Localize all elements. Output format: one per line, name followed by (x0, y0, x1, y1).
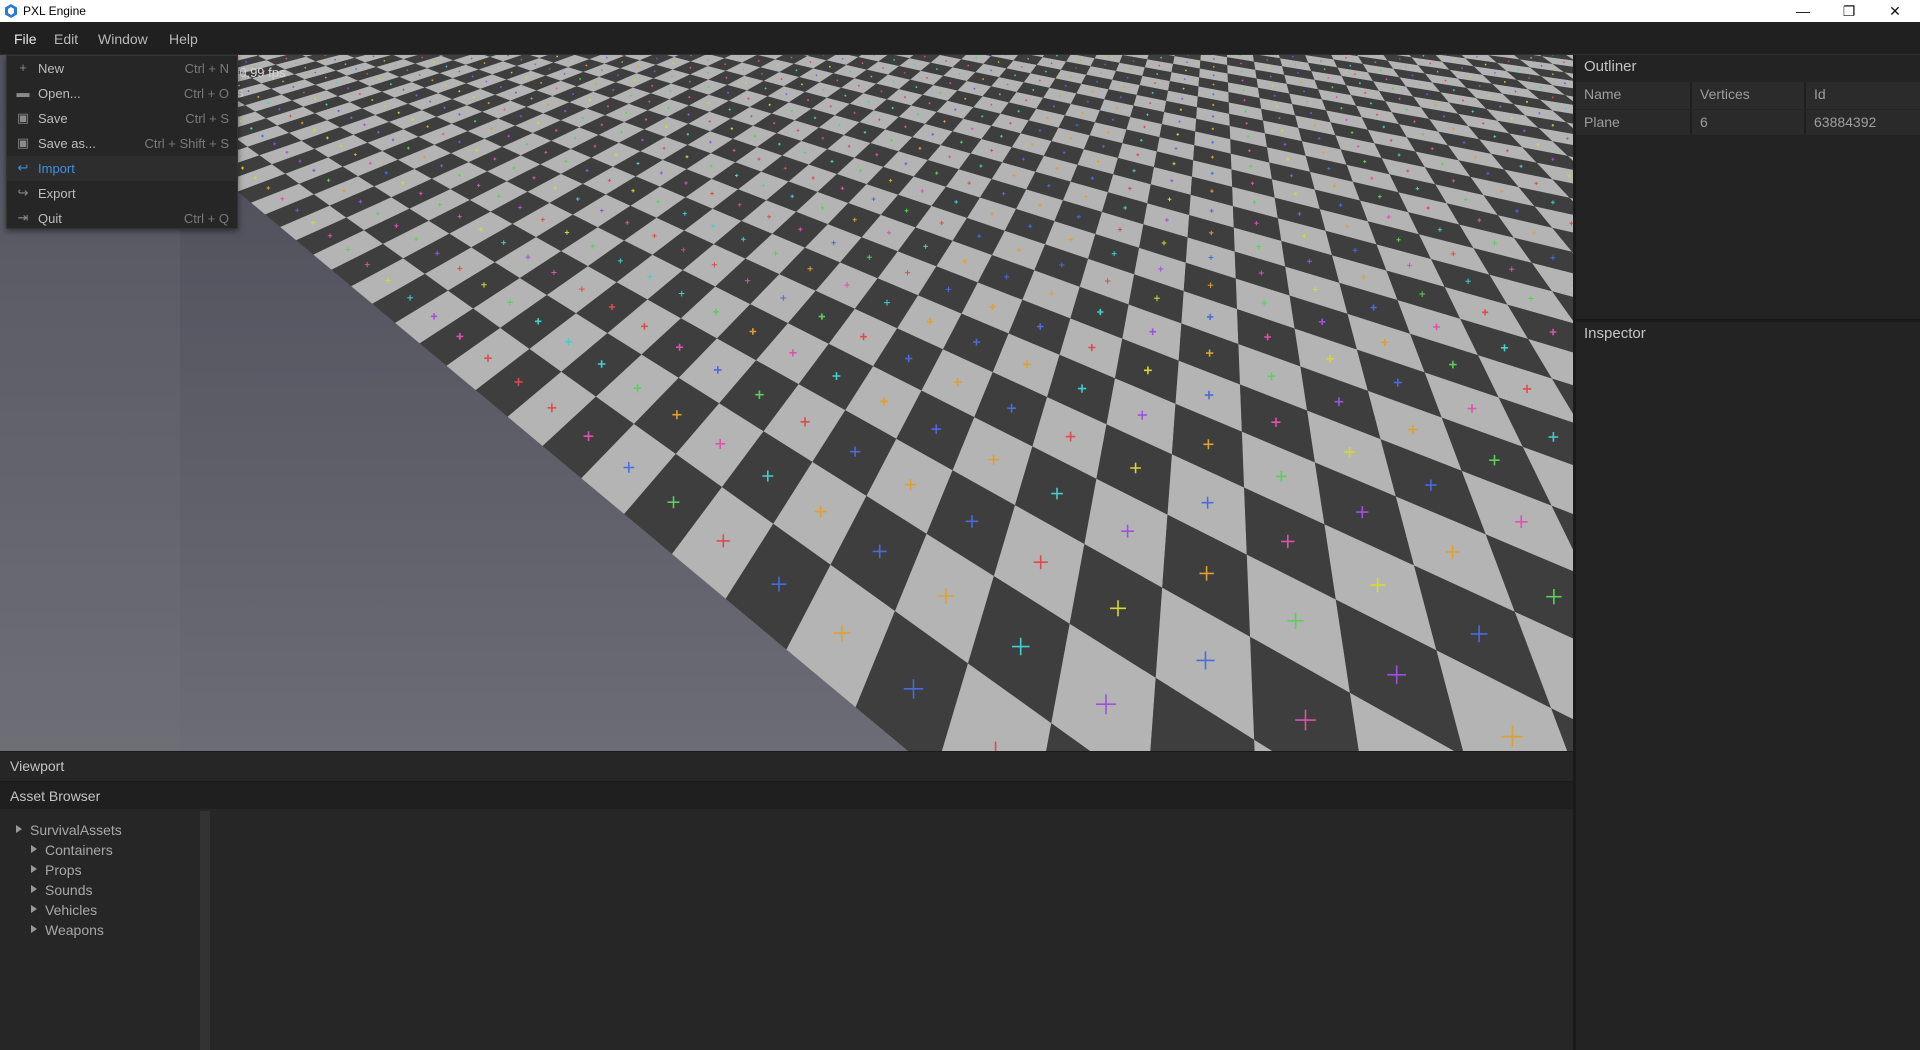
quit-icon: ⇥ (17, 210, 29, 225)
menu-item-label: Export (38, 186, 76, 201)
save-as-icon: ▣ (16, 135, 30, 150)
menu-item-label: Open... (38, 86, 81, 101)
column-separator (1804, 110, 1806, 135)
menu-item-import[interactable]: ↩ Import (7, 156, 237, 181)
menu-item-shortcut: Ctrl + N (184, 61, 229, 76)
maximize-button[interactable]: ❐ (1826, 0, 1872, 22)
menu-item-shortcut: Ctrl + O (183, 86, 229, 101)
column-header-id[interactable]: Id (1814, 86, 1826, 102)
fps-counter: 00.99 fps (232, 65, 286, 80)
menu-item-label: New (38, 61, 65, 76)
expand-arrow-icon[interactable] (31, 845, 37, 853)
minimize-button[interactable]: — (1780, 0, 1826, 22)
file-menu-dropdown: + New Ctrl + N ▬ Open... Ctrl + O ▣ Save… (6, 55, 238, 229)
export-icon: ↪ (17, 185, 29, 200)
app-logo-icon (5, 4, 17, 18)
outliner-header-row: Name Vertices Id (1576, 82, 1920, 109)
menu-item-label: Quit (38, 211, 62, 226)
column-header-vertices[interactable]: Vertices (1700, 86, 1750, 102)
menu-item-shortcut: Ctrl + Shift + S (144, 136, 229, 151)
expand-arrow-icon[interactable] (31, 885, 37, 893)
expand-arrow-icon[interactable] (31, 925, 37, 933)
asset-content-area[interactable] (210, 811, 1573, 1050)
asset-browser-tab[interactable]: Asset Browser (0, 781, 1573, 809)
column-header-name[interactable]: Name (1584, 86, 1621, 102)
expand-arrow-icon[interactable] (16, 825, 22, 833)
folder-icon: ▬ (16, 85, 30, 100)
close-button[interactable]: ✕ (1872, 0, 1918, 22)
column-separator[interactable] (1690, 82, 1692, 109)
table-row[interactable]: Plane 6 63884392 (1576, 110, 1920, 135)
menu-item-label: Save (38, 111, 68, 126)
column-separator[interactable] (1804, 82, 1806, 109)
menu-item-save-as[interactable]: ▣ Save as... Ctrl + Shift + S (7, 131, 237, 156)
menu-item-new[interactable]: + New Ctrl + N (7, 56, 237, 81)
title-bar: PXL Engine — ❐ ✕ (0, 0, 1920, 22)
menu-item-export[interactable]: ↪ Export (7, 181, 237, 206)
row-vertices: 6 (1700, 114, 1708, 130)
menu-help[interactable]: Help (169, 31, 198, 47)
expand-arrow-icon[interactable] (31, 905, 37, 913)
menu-file[interactable]: File (14, 31, 37, 47)
window-title: PXL Engine (23, 4, 86, 18)
column-separator (1690, 110, 1692, 135)
menu-edit[interactable]: Edit (54, 31, 78, 47)
menu-item-quit[interactable]: ⇥ Quit Ctrl + Q (7, 206, 237, 231)
import-icon: ↩ (17, 160, 29, 175)
menu-item-label: Import (38, 161, 75, 176)
close-icon: ✕ (1889, 2, 1901, 19)
save-icon: ▣ (16, 110, 30, 125)
expand-arrow-icon[interactable] (31, 865, 37, 873)
asset-splitter[interactable] (200, 811, 210, 1050)
minimize-icon: — (1796, 3, 1810, 19)
outliner-panel: Outliner Name Vertices Id Plane 6 638843… (1576, 55, 1920, 322)
menu-item-shortcut: Ctrl + Q (183, 211, 229, 226)
menu-item-open[interactable]: ▬ Open... Ctrl + O (7, 81, 237, 106)
maximize-icon: ❐ (1842, 2, 1856, 19)
asset-tree: SurvivalAssets Containers Props Sounds V… (0, 811, 200, 1050)
menu-item-shortcut: Ctrl + S (185, 111, 229, 126)
menu-item-label: Save as... (38, 136, 96, 151)
viewport-label: Viewport (10, 758, 65, 774)
menu-bar: File Edit Window Help (0, 22, 1920, 55)
inspector-title: Inspector (1584, 325, 1646, 342)
plus-icon: + (19, 60, 27, 75)
viewport-tab[interactable]: Viewport (0, 751, 1573, 779)
asset-browser-label: Asset Browser (10, 788, 101, 804)
inspector-panel: Inspector (1576, 322, 1920, 1050)
menu-item-save[interactable]: ▣ Save Ctrl + S (7, 106, 237, 131)
outliner-title: Outliner (1584, 58, 1637, 75)
menu-window[interactable]: Window (98, 31, 148, 47)
row-name: Plane (1584, 114, 1620, 130)
row-id: 63884392 (1814, 114, 1877, 130)
